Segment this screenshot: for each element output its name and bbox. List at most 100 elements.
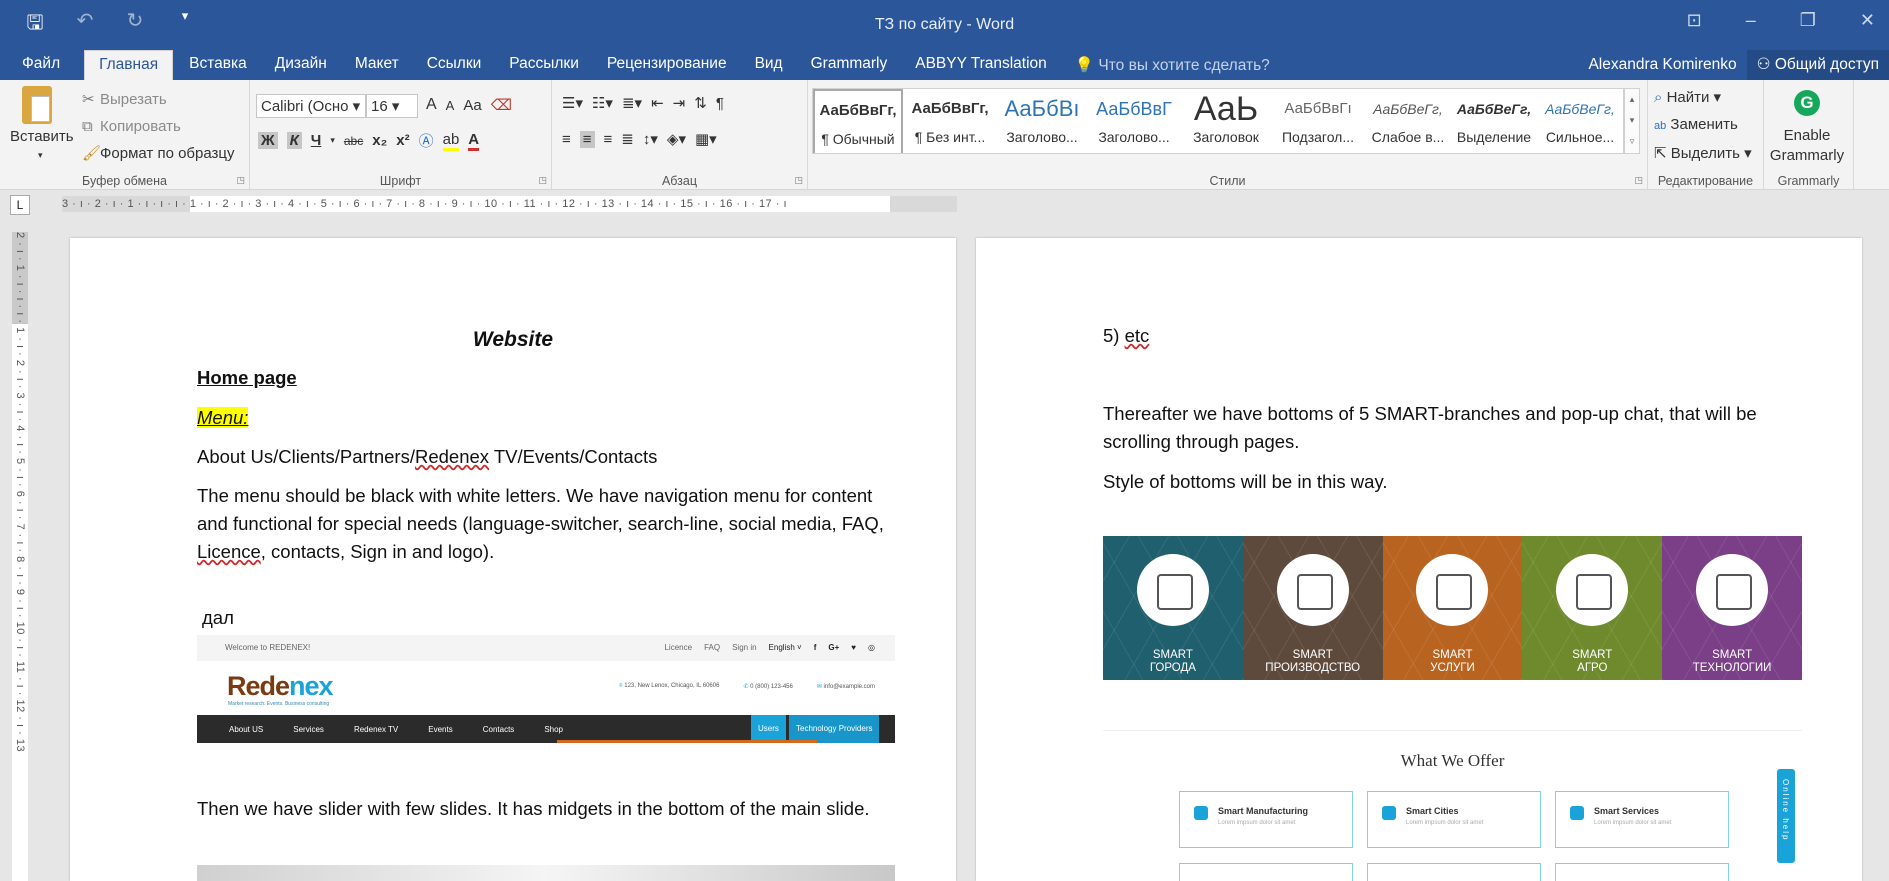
vertical-ruler[interactable]: 2 · ı · 1 · ı · ı · ı · 1 · ı · 2 · ı · … xyxy=(12,232,28,881)
site-nav-services: Services xyxy=(293,725,324,734)
font-size-value: 16 xyxy=(371,98,388,115)
site-phone: ✆ 0 (800) 123-456 xyxy=(743,683,792,690)
tile-line-2: УСЛУГИ xyxy=(1430,662,1475,674)
menu-items-part-2: TV/Events/Contacts xyxy=(489,446,658,467)
pilcrow-icon[interactable]: ¶ xyxy=(716,95,724,112)
borders-icon[interactable]: ▦▾ xyxy=(695,130,717,148)
highlight-icon[interactable]: ab xyxy=(442,131,460,151)
text-effects-icon[interactable]: Ⓐ xyxy=(419,130,434,151)
tab-home[interactable]: Главная xyxy=(84,50,174,80)
align-right-icon[interactable]: ≡ xyxy=(604,131,613,148)
tab-file[interactable]: Файл xyxy=(0,50,82,80)
tab-mailings[interactable]: Рассылки xyxy=(495,50,593,80)
underline-button[interactable]: Ч xyxy=(311,132,322,149)
page-1[interactable]: Website Home page Menu: About Us/Clients… xyxy=(70,238,956,881)
site-logo-tagline: Market research. Events. Business consul… xyxy=(228,701,330,707)
align-left-icon[interactable]: ≡ xyxy=(562,131,571,148)
change-case-button[interactable]: Aa xyxy=(463,97,481,114)
decrease-indent-icon[interactable]: ⇤ xyxy=(651,94,664,112)
phone-icon: ✆ xyxy=(743,684,749,690)
site-navbar: About US Services Redenex TV Events Cont… xyxy=(197,715,895,743)
offer-card xyxy=(1179,863,1353,881)
bullets-icon[interactable]: ☰▾ xyxy=(562,94,583,112)
font-top-buttons: A A Aa ⌫ xyxy=(426,96,512,114)
site-email-text: info@example.com xyxy=(823,684,875,690)
horizontal-ruler[interactable]: 3 · ı · 2 · ı · 1 · ı · ı · ı · 1 · ı · … xyxy=(62,196,957,212)
font-launcher-icon[interactable]: ◳ xyxy=(538,175,547,186)
group-styles: Стили ◳ xyxy=(808,80,1648,190)
align-center-icon[interactable]: ≡ xyxy=(579,130,595,148)
tell-me-box[interactable]: 💡 Что вы хотите сделать? xyxy=(1061,52,1270,80)
site-brandbar: Redenex Market research. Events. Busines… xyxy=(197,661,895,715)
online-help-label: Online help xyxy=(1781,779,1790,842)
format-painter-button[interactable]: 🖌Формат по образцу xyxy=(82,140,235,167)
underline-dropdown-icon[interactable]: ▾ xyxy=(330,135,335,146)
group-label-styles: Стили xyxy=(1209,174,1246,188)
line-spacing-icon[interactable]: ↕▾ xyxy=(643,130,658,148)
menu-description-part-2: , contacts, Sign in and logo). xyxy=(260,541,495,562)
italic-button[interactable]: К xyxy=(286,132,302,149)
google-plus-icon: G+ xyxy=(828,643,840,652)
what-we-offer-screenshot: What We Offer Smart Manufacturing Lorem … xyxy=(1103,730,1802,881)
menu-items-part-1: About Us/Clients/Partners/ xyxy=(197,446,415,467)
restore-icon[interactable]: ❐ xyxy=(1800,10,1816,31)
paragraph-launcher-icon[interactable]: ◳ xyxy=(794,175,803,186)
font-color-icon[interactable]: A xyxy=(468,131,480,151)
superscript-button[interactable]: x² xyxy=(396,132,409,149)
paste-dropdown-icon[interactable]: ▾ xyxy=(38,150,43,161)
site-nav-items: About US Services Redenex TV Events Cont… xyxy=(229,725,563,734)
user-name[interactable]: Alexandra Komirenko xyxy=(1578,51,1746,79)
clear-format-icon[interactable]: ⌫ xyxy=(491,96,512,114)
subscript-button[interactable]: x₂ xyxy=(372,132,387,149)
close-icon[interactable]: ✕ xyxy=(1860,10,1875,31)
bold-button[interactable]: Ж xyxy=(258,132,278,149)
share-button[interactable]: ⚇ Общий доступ xyxy=(1746,50,1889,80)
paste-button[interactable]: Вставить xyxy=(10,128,74,145)
ruler-row: L 3 · ı · 2 · ı · 1 · ı · ı · ı · 1 · ı … xyxy=(0,191,1889,219)
font-size-select[interactable]: 16 ▾ xyxy=(366,94,418,118)
instagram-icon: ◎ xyxy=(868,643,875,652)
increase-indent-icon[interactable]: ⇥ xyxy=(673,94,686,112)
site-language-switcher: English ˅ xyxy=(768,643,802,652)
dialog-launcher-icon[interactable]: ◳ xyxy=(236,175,245,186)
justify-icon[interactable]: ≣ xyxy=(621,130,634,148)
shrink-font-button[interactable]: A xyxy=(446,98,455,113)
tab-insert[interactable]: Вставка xyxy=(175,50,261,80)
tile-line-1: SMART xyxy=(1712,649,1753,661)
tab-view[interactable]: Вид xyxy=(741,50,797,80)
grow-font-button[interactable]: A xyxy=(426,96,437,114)
page-2[interactable]: 5) etc Thereafter we have bottoms of 5 S… xyxy=(976,238,1862,881)
account-area: Alexandra Komirenko ⚇ Общий доступ xyxy=(1578,50,1889,80)
cut-button[interactable]: ✂ Вырезать xyxy=(82,86,235,113)
tab-review[interactable]: Рецензирование xyxy=(593,50,741,80)
sort-icon[interactable]: ⇅ xyxy=(694,94,707,112)
spell-flagged-word: Licence xyxy=(197,541,261,562)
person-icon: ⚇ xyxy=(1756,56,1771,73)
multilevel-list-icon[interactable]: ≣▾ xyxy=(622,94,642,112)
tile-line-2: ГОРОДА xyxy=(1149,662,1196,674)
tab-references[interactable]: Ссылки xyxy=(413,50,496,80)
minimize-icon[interactable]: – xyxy=(1746,10,1756,31)
paste-icon[interactable] xyxy=(22,86,52,124)
styles-launcher-icon[interactable]: ◳ xyxy=(1634,175,1643,186)
site-address-text: 123, New Lenox, Chicago, IL 60606 xyxy=(624,683,720,689)
numbering-icon[interactable]: ☷▾ xyxy=(592,94,613,112)
group-clipboard: Вставить ▾ ✂ Вырезать ⧉ Копировать 🖌Формат… xyxy=(0,80,250,190)
font-name-value: Calibri (Осно xyxy=(261,98,349,115)
smart-tile-manufacturing: SMART ПРОИЗВОДСТВО xyxy=(1242,536,1383,680)
tab-layout[interactable]: Макет xyxy=(341,50,413,80)
tab-abbyy[interactable]: ABBYY Translation xyxy=(901,50,1061,80)
site-topbar: Welcome to REDENEX! Licence FAQ Sign in … xyxy=(197,635,895,661)
strikethrough-button[interactable]: abc xyxy=(344,134,363,148)
ribbon-display-icon[interactable]: ⊡ xyxy=(1687,10,1702,31)
title-bar: 🖫 ↶ ↻ ▾ ТЗ по сайту - Word ⊡ – ❐ ✕ xyxy=(0,0,1889,56)
tab-grammarly[interactable]: Grammarly xyxy=(797,50,902,80)
twitter-icon: ♥ xyxy=(851,643,857,652)
font-name-select[interactable]: Calibri (Осно ▾ xyxy=(256,94,366,118)
tab-selector[interactable]: L xyxy=(10,195,30,215)
group-font: Calibri (Осно ▾ 16 ▾ A A Aa ⌫ Ж К Ч ▾ ab… xyxy=(250,80,552,190)
offer-card-title: Smart Manufacturing xyxy=(1218,806,1309,816)
shading-icon[interactable]: ◈▾ xyxy=(667,130,686,148)
copy-button[interactable]: ⧉ Копировать xyxy=(82,113,235,140)
tab-design[interactable]: Дизайн xyxy=(261,50,341,80)
